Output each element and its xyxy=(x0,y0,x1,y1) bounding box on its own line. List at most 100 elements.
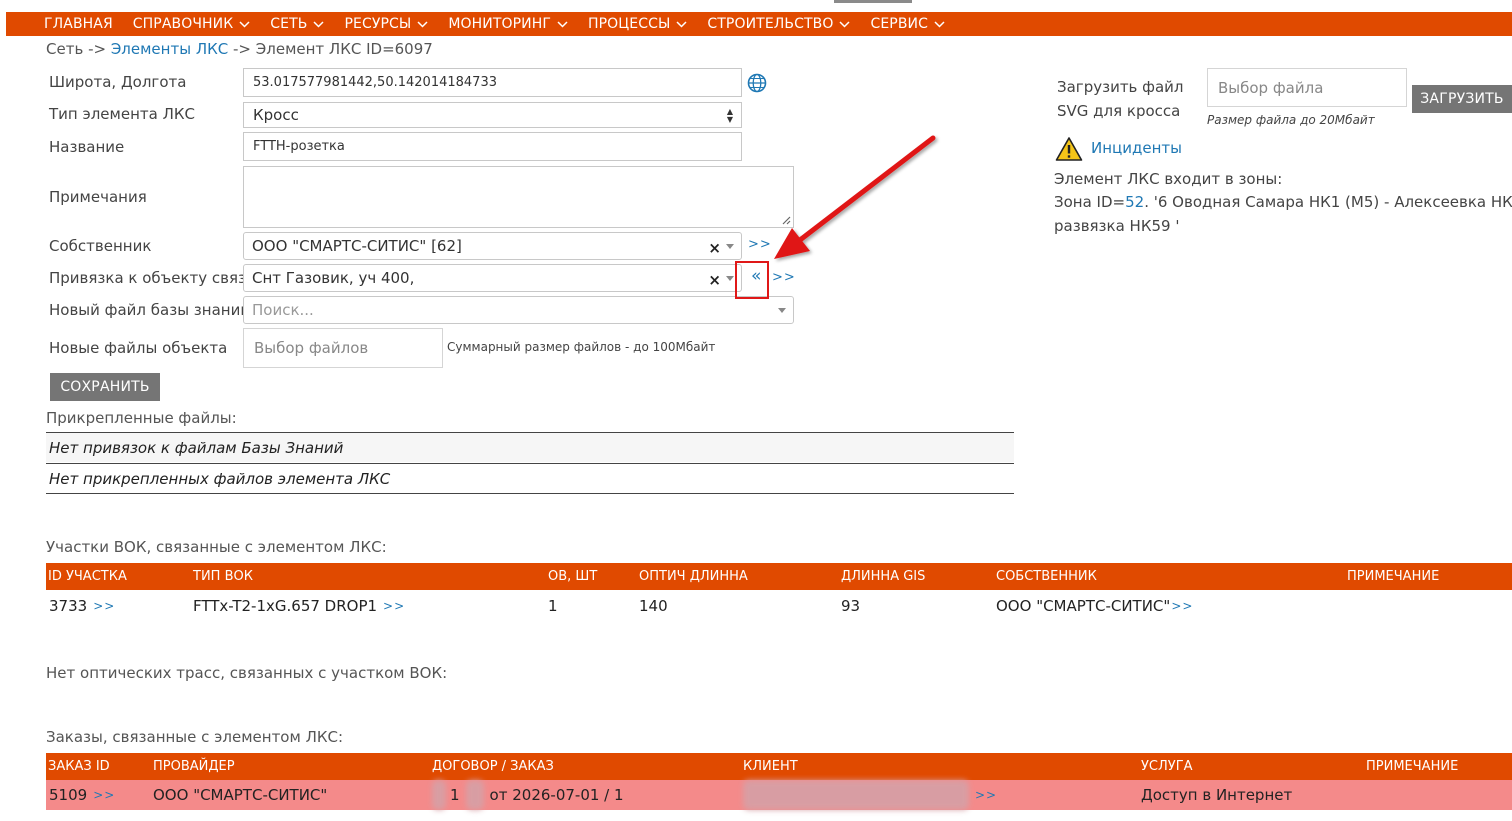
orders-cell-contract: 1 от 2026-07-01 / 1 xyxy=(432,780,624,810)
breadcrumb-separator: -> xyxy=(233,40,251,58)
vok-cell-fibers: 1 xyxy=(548,597,558,615)
top-scroll-indicator xyxy=(834,0,912,3)
orders-cell-service: Доступ в Интернет xyxy=(1141,786,1293,804)
chevron-down-icon xyxy=(839,20,850,28)
vok-cell-gis-length: 93 xyxy=(841,597,861,615)
chevron-down-icon xyxy=(557,20,568,28)
svg-size-hint: Размер файла до 20Мбайт xyxy=(1207,113,1375,127)
orders-col-provider[interactable]: ПРОВАЙДЕР xyxy=(153,753,235,780)
main-navbar: ГЛАВНАЯ СПРАВОЧНИК СЕТЬ РЕСУРСЫ МОНИТОРИ… xyxy=(6,12,1512,36)
chevron-down-icon xyxy=(239,20,250,28)
binding-open-link[interactable]: >> xyxy=(772,270,796,285)
nav-item-processes[interactable]: ПРОЦЕССЫ xyxy=(588,16,687,32)
chevron-down-icon xyxy=(934,20,945,28)
vok-cell-owner: ООО "СМАРТС-СИТИС" >> xyxy=(996,597,1194,615)
clear-icon[interactable]: × xyxy=(708,239,721,257)
orders-col-service[interactable]: УСЛУГА xyxy=(1141,753,1193,780)
vok-type-open-link[interactable]: >> xyxy=(383,599,405,613)
breadcrumb-separator: -> xyxy=(88,40,107,58)
vok-col-optical-length[interactable]: ОПТИЧ ДЛИННА xyxy=(639,563,748,590)
caret-down-icon xyxy=(778,308,786,313)
coords-input[interactable]: 53.017577981442,50.142014184733 xyxy=(243,68,742,97)
redacted-blur xyxy=(465,780,484,810)
files-size-hint: Суммарный размер файлов - до 100Мбайт xyxy=(447,340,716,354)
table-row: 5109 >> ООО "СМАРТС-СИТИС" 1 от 2026-07-0… xyxy=(46,780,1512,810)
order-open-link[interactable]: >> xyxy=(93,788,115,802)
nav-item-monitoring[interactable]: МОНИТОРИНГ xyxy=(448,16,568,32)
breadcrumb: Сеть -> Элементы ЛКС -> Элемент ЛКС ID=6… xyxy=(46,40,433,58)
vok-col-note[interactable]: ПРИМЕЧАНИЕ xyxy=(1347,563,1439,590)
nav-item-service[interactable]: СЕРВИС xyxy=(870,16,945,32)
chevron-down-icon xyxy=(676,20,687,28)
kb-search-select[interactable]: Поиск... xyxy=(243,296,794,324)
vok-col-fibers[interactable]: ОВ, ШТ xyxy=(548,563,597,590)
orders-col-client[interactable]: КЛИЕНТ xyxy=(743,753,798,780)
orders-col-contract[interactable]: ДОГОВОР / ЗАКАЗ xyxy=(432,753,554,780)
client-open-link[interactable]: >> xyxy=(975,788,997,802)
zone-line-1: Зона ID=52. '6 Оводная Самара НК1 (М5) -… xyxy=(1054,193,1512,211)
vok-owner-open-link[interactable]: >> xyxy=(1171,599,1193,613)
chevron-down-icon xyxy=(313,20,324,28)
vok-table-header: ID УЧАСТКА ТИП ВОК ОВ, ШТ ОПТИЧ ДЛИННА Д… xyxy=(46,563,1512,590)
nav-item-home[interactable]: ГЛАВНАЯ xyxy=(44,16,113,32)
nav-item-resources[interactable]: РЕСУРСЫ xyxy=(344,16,428,32)
orders-section-title: Заказы, связанные с элементом ЛКС: xyxy=(46,728,344,746)
orders-table-header: ЗАКАЗ ID ПРОВАЙДЕР ДОГОВОР / ЗАКАЗ КЛИЕН… xyxy=(46,753,1512,780)
kb-files-empty-row: Нет привязок к файлам Базы Знаний xyxy=(46,432,1014,462)
vok-col-gis-length[interactable]: ДЛИННА GIS xyxy=(841,563,925,590)
svg-file-input[interactable]: Выбор файла xyxy=(1207,68,1407,107)
redacted-blur xyxy=(432,780,446,810)
owner-open-link[interactable]: >> xyxy=(748,237,772,252)
orders-cell-id: 5109 >> xyxy=(49,786,116,804)
element-files-empty-row: Нет прикрепленных файлов элемента ЛКС xyxy=(46,463,1014,493)
name-input[interactable]: FTTH-розетка xyxy=(243,132,742,161)
nav-item-reference[interactable]: СПРАВОЧНИК xyxy=(133,16,250,32)
zone-line-2: развязка НК59 ' xyxy=(1054,217,1180,235)
redacted-blur xyxy=(743,780,969,810)
select-updown-icon: ▲ ▼ xyxy=(726,107,733,124)
annotation-highlight-box xyxy=(735,261,769,299)
globe-icon[interactable] xyxy=(747,73,767,93)
table-row: 3733 >> FTTx-T2-1xG.657 DROP1 >> 1 140 93 … xyxy=(46,591,1512,621)
save-button[interactable]: СОХРАНИТЬ xyxy=(50,373,160,401)
vok-col-type[interactable]: ТИП ВОК xyxy=(193,563,253,590)
upload-svg-label-line1: Загрузить файл xyxy=(1057,78,1184,96)
vok-col-owner[interactable]: СОБСТВЕННИК xyxy=(996,563,1097,590)
files-label: Новые файлы объекта xyxy=(49,339,228,357)
resize-handle-icon[interactable] xyxy=(782,216,791,225)
clear-icon[interactable]: × xyxy=(708,271,721,289)
zone-id-link[interactable]: 52 xyxy=(1125,193,1144,211)
vok-section-title: Участки ВОК, связанные с элементом ЛКС: xyxy=(46,538,387,556)
coords-label: Широта, Долгота xyxy=(49,73,187,91)
kb-label: Новый файл базы знаний xyxy=(49,301,251,319)
vok-id-open-link[interactable]: >> xyxy=(93,599,115,613)
owner-select[interactable]: ООО "СМАРТС-СИТИС" [62] × xyxy=(243,232,742,260)
vok-cell-id: 3733 >> xyxy=(49,597,116,615)
orders-cell-client: >> xyxy=(743,780,997,810)
binding-select[interactable]: Снт Газовик, уч 400, × xyxy=(243,264,742,292)
name-label: Название xyxy=(49,138,125,156)
upload-svg-label-line2: SVG для кросса xyxy=(1057,102,1181,120)
nav-item-construction[interactable]: СТРОИТЕЛЬСТВО xyxy=(707,16,850,32)
type-select[interactable]: Кросс ▲ ▼ xyxy=(243,102,742,128)
breadcrumb-link-lks-elements[interactable]: Элементы ЛКС xyxy=(111,40,228,58)
notes-textarea[interactable] xyxy=(243,166,794,228)
incidents-link[interactable]: Инциденты xyxy=(1091,139,1182,157)
owner-label: Собственник xyxy=(49,237,152,255)
nav-item-network[interactable]: СЕТЬ xyxy=(270,16,324,32)
orders-cell-provider: ООО "СМАРТС-СИТИС" xyxy=(153,786,328,804)
upload-button[interactable]: ЗАГРУЗИТЬ xyxy=(1412,85,1512,113)
binding-label: Привязка к объекту связи xyxy=(49,269,256,287)
zones-title: Элемент ЛКС входит в зоны: xyxy=(1054,170,1283,188)
attached-files-title: Прикрепленные файлы: xyxy=(46,409,237,427)
orders-col-note[interactable]: ПРИМЕЧАНИЕ xyxy=(1366,753,1458,780)
orders-col-id[interactable]: ЗАКАЗ ID xyxy=(48,753,110,780)
type-label: Тип элемента ЛКС xyxy=(49,105,195,123)
chevron-down-icon xyxy=(417,20,428,28)
files-input[interactable]: Выбор файлов xyxy=(243,328,443,368)
vok-cell-optical-length: 140 xyxy=(639,597,668,615)
caret-down-icon xyxy=(726,244,734,249)
vok-col-id[interactable]: ID УЧАСТКА xyxy=(48,563,127,590)
caret-down-icon xyxy=(726,276,734,281)
no-traces-text: Нет оптических трасс, связанных с участк… xyxy=(46,664,448,682)
